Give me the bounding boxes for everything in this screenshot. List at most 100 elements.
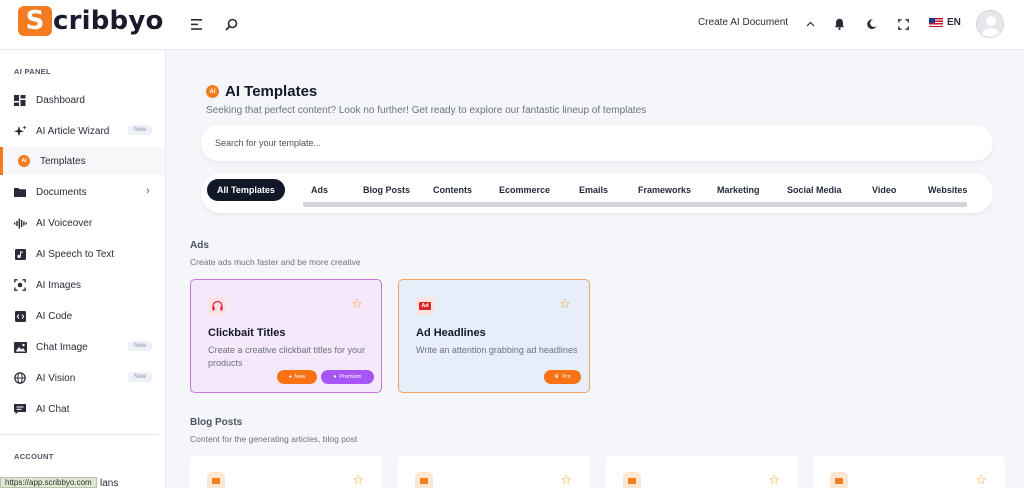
sparkle-icon	[13, 124, 27, 138]
tab-blog-posts[interactable]: Blog Posts	[363, 179, 410, 201]
sidebar-item-ai-speech-to-text[interactable]: AI Speech to Text	[0, 240, 165, 268]
ai-icon: AI	[17, 154, 31, 168]
card-title: Ad Headlines	[416, 327, 486, 339]
blog-icon	[623, 472, 641, 488]
tab-contents[interactable]: Contents	[433, 179, 472, 201]
tab-ecommerce[interactable]: Ecommerce	[499, 179, 550, 201]
section-title-ads: Ads	[190, 240, 209, 251]
section-title-blog-posts: Blog Posts	[190, 417, 243, 428]
star-favorite-icon[interactable]: ☆	[560, 472, 572, 488]
megaphone-icon: ◂	[288, 374, 292, 380]
sidebar-item-label: Documents	[36, 186, 87, 198]
sidebar-item-label: AI Article Wizard	[36, 125, 110, 137]
tabs-scrollbar[interactable]	[303, 202, 967, 207]
blog-icon	[415, 472, 433, 488]
sidebar-item-label: AI Vision	[36, 372, 76, 384]
sidebar-item-label: AI Code	[36, 310, 73, 322]
us-flag-icon	[929, 18, 943, 27]
card-title: Clickbait Titles	[208, 327, 286, 339]
chevron-up-icon[interactable]	[801, 15, 819, 33]
sidebar-item-chat-image[interactable]: Chat Image New	[0, 333, 165, 361]
template-card-blog[interactable]: ☆	[398, 456, 590, 488]
template-search-input[interactable]	[201, 125, 993, 161]
photo-icon	[13, 340, 27, 354]
tab-websites[interactable]: Websites	[928, 179, 967, 201]
section-desc-ads: Create ads much faster and be more creat…	[190, 257, 361, 267]
new-badge: New	[128, 125, 153, 135]
star-favorite-icon[interactable]: ☆	[352, 472, 364, 488]
star-favorite-icon[interactable]: ☆	[768, 472, 780, 488]
sidebar-item-ai-code[interactable]: AI Code	[0, 302, 165, 330]
sidebar-item-label: Templates	[40, 155, 86, 167]
chevron-right-icon[interactable]: ›	[146, 185, 150, 197]
logo-mark: S	[18, 6, 52, 36]
tab-marketing[interactable]: Marketing	[717, 179, 760, 201]
section-desc-blog-posts: Content for the generating articles, blo…	[190, 434, 358, 444]
diamond-icon: ♦	[333, 374, 337, 380]
sidebar-item-label: Chat Image	[36, 341, 88, 353]
star-favorite-icon[interactable]: ☆	[975, 472, 987, 488]
ai-icon: AI	[206, 85, 219, 98]
code-icon	[13, 309, 27, 323]
sidebar-item-ai-article-wizard[interactable]: AI Article Wizard New	[0, 117, 165, 145]
bell-icon[interactable]	[830, 15, 848, 33]
sidebar-item-dashboard[interactable]: Dashboard	[0, 86, 165, 114]
main-content: AI AI Templates Seeking that perfect con…	[167, 51, 1024, 488]
sidebar-item-label: AI Chat	[36, 403, 70, 415]
template-card-clickbait-titles[interactable]: ☆ Clickbait Titles Create a creative cli…	[190, 279, 382, 393]
star-favorite-icon[interactable]: ☆	[559, 296, 571, 312]
language-code: EN	[947, 17, 961, 28]
image-scan-icon	[13, 278, 27, 292]
tab-emails[interactable]: Emails	[579, 179, 608, 201]
sidebar-item-ai-voiceover[interactable]: AI Voiceover	[0, 209, 165, 237]
sidebar-item-templates[interactable]: AI Templates	[0, 147, 165, 175]
template-card-blog[interactable]: ☆	[190, 456, 382, 488]
ad-icon: Ad	[416, 297, 434, 315]
sidebar-divider	[0, 434, 158, 435]
fullscreen-icon[interactable]	[894, 15, 912, 33]
star-favorite-icon[interactable]: ☆	[351, 296, 363, 312]
tab-ads[interactable]: Ads	[311, 179, 328, 201]
template-card-blog[interactable]: ☆	[813, 456, 1005, 488]
folder-icon	[13, 185, 27, 199]
music-note-icon	[13, 247, 27, 261]
create-ai-document-button[interactable]: Create AI Document	[698, 17, 788, 28]
page-heading: AI Templates	[225, 83, 318, 100]
page-subtitle: Seeking that perfect content? Look no fu…	[206, 105, 647, 116]
sidebar-item-ai-images[interactable]: AI Images	[0, 271, 165, 299]
category-tabs: All Templates Ads Blog Posts Contents Ec…	[201, 173, 993, 213]
blog-icon	[830, 472, 848, 488]
sidebar-item-label: AI Images	[36, 279, 82, 291]
chat-icon	[13, 402, 27, 416]
premium-badge: ♦ Premium	[321, 370, 374, 384]
sidebar-item-ai-vision[interactable]: AI Vision New	[0, 364, 165, 392]
search-icon[interactable]	[222, 15, 240, 33]
status-bar-url: https://app.scribbyo.com	[0, 477, 97, 488]
template-card-ad-headlines[interactable]: Ad ☆ Ad Headlines Write an attention gra…	[398, 279, 590, 393]
new-badge: New	[128, 372, 153, 382]
tab-video[interactable]: Video	[872, 179, 896, 201]
tab-social-media[interactable]: Social Media	[787, 179, 842, 201]
pro-badge: ♛ Pro	[544, 370, 581, 384]
tab-frameworks[interactable]: Frameworks	[638, 179, 691, 201]
crown-icon: ♛	[554, 374, 560, 380]
sidebar: AI PANEL Dashboard AI Article Wizard New…	[0, 50, 166, 488]
template-card-blog[interactable]: ☆	[606, 456, 798, 488]
sidebar-item-documents[interactable]: Documents ›	[0, 178, 165, 206]
language-selector[interactable]: EN	[929, 17, 961, 28]
tab-all-templates[interactable]: All Templates	[207, 179, 285, 201]
sidebar-item-label: AI Voiceover	[36, 217, 93, 229]
new-badge: New	[128, 341, 153, 351]
dark-mode-icon[interactable]	[863, 15, 881, 33]
user-avatar[interactable]	[976, 10, 1004, 38]
sidebar-item-ai-chat[interactable]: AI Chat	[0, 395, 165, 423]
sidebar-item-plans[interactable]: lans	[100, 478, 118, 488]
card-description: Create a creative clickbait titles for y…	[208, 345, 366, 368]
sidebar-item-label: AI Speech to Text	[36, 248, 115, 260]
page-title: AI AI Templates	[206, 83, 317, 100]
menu-toggle-icon[interactable]	[188, 15, 206, 33]
logo-text: cribbyo	[53, 6, 164, 36]
dashboard-icon	[13, 93, 27, 107]
brand-logo[interactable]: S cribbyo	[18, 6, 164, 36]
globe-icon	[13, 371, 27, 385]
